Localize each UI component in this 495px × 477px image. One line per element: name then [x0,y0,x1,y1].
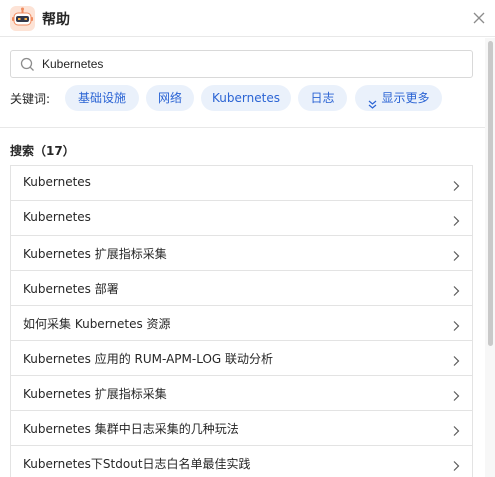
chevron-right-icon [452,247,460,261]
result-title: Kubernetes 扩展指标采集 [23,387,167,401]
keyword-chip-kubernetes[interactable]: Kubernetes [201,85,291,111]
result-row[interactable]: Kubernetes下Stdout日志白名单最佳实践 [10,446,473,477]
result-row[interactable]: 如何采集 Kubernetes 资源 [10,306,473,341]
dialog-header: 帮助 [0,0,495,37]
scrollbar-thumb[interactable] [488,41,493,346]
section-divider [0,127,485,128]
result-row[interactable]: Kubernetes [10,201,473,236]
dialog-title: 帮助 [42,12,70,28]
close-icon[interactable] [472,10,486,24]
chevron-right-icon [452,457,460,471]
result-row[interactable]: Kubernetes 部署 [10,271,473,306]
chevron-right-icon [452,212,460,226]
search-box [10,50,473,78]
result-row[interactable]: Kubernetes 扩展指标采集 [10,236,473,271]
result-title: 如何采集 Kubernetes 资源 [23,317,171,331]
result-title: Kubernetes 扩展指标采集 [23,247,167,261]
result-row[interactable]: Kubernetes [10,165,473,201]
chevron-right-icon [452,352,460,366]
chevron-right-icon [452,177,460,191]
results-list: Kubernetes Kubernetes Kubernetes 扩展指标采集 … [10,165,473,477]
chevron-right-icon [452,282,460,296]
robot-mascot-icon [10,6,35,31]
result-row[interactable]: Kubernetes 应用的 RUM-APM-LOG 联动分析 [10,341,473,376]
chevron-right-icon [452,317,460,331]
show-more-button[interactable]: 显示更多 [355,85,442,111]
show-more-label: 显示更多 [381,91,430,105]
double-chevron-down-icon [367,93,378,109]
result-row[interactable]: Kubernetes 集群中日志采集的几种玩法 [10,411,473,446]
result-row[interactable]: Kubernetes 扩展指标采集 [10,376,473,411]
keyword-chip-logs[interactable]: 日志 [298,85,347,111]
chevron-right-icon [452,422,460,436]
results-title: 搜索（17） [10,144,75,158]
result-title: Kubernetes下Stdout日志白名单最佳实践 [23,457,251,471]
keywords-label: 关键词: [10,92,51,106]
result-title: Kubernetes [23,210,91,224]
search-input[interactable] [42,55,462,73]
result-title: Kubernetes [23,175,91,189]
result-title: Kubernetes 集群中日志采集的几种玩法 [23,422,239,436]
chevron-right-icon [452,387,460,401]
result-title: Kubernetes 应用的 RUM-APM-LOG 联动分析 [23,352,274,366]
keyword-chip-infrastructure[interactable]: 基础设施 [65,85,139,111]
result-title: Kubernetes 部署 [23,282,119,296]
keyword-chip-network[interactable]: 网络 [146,85,194,111]
search-icon [20,57,35,72]
